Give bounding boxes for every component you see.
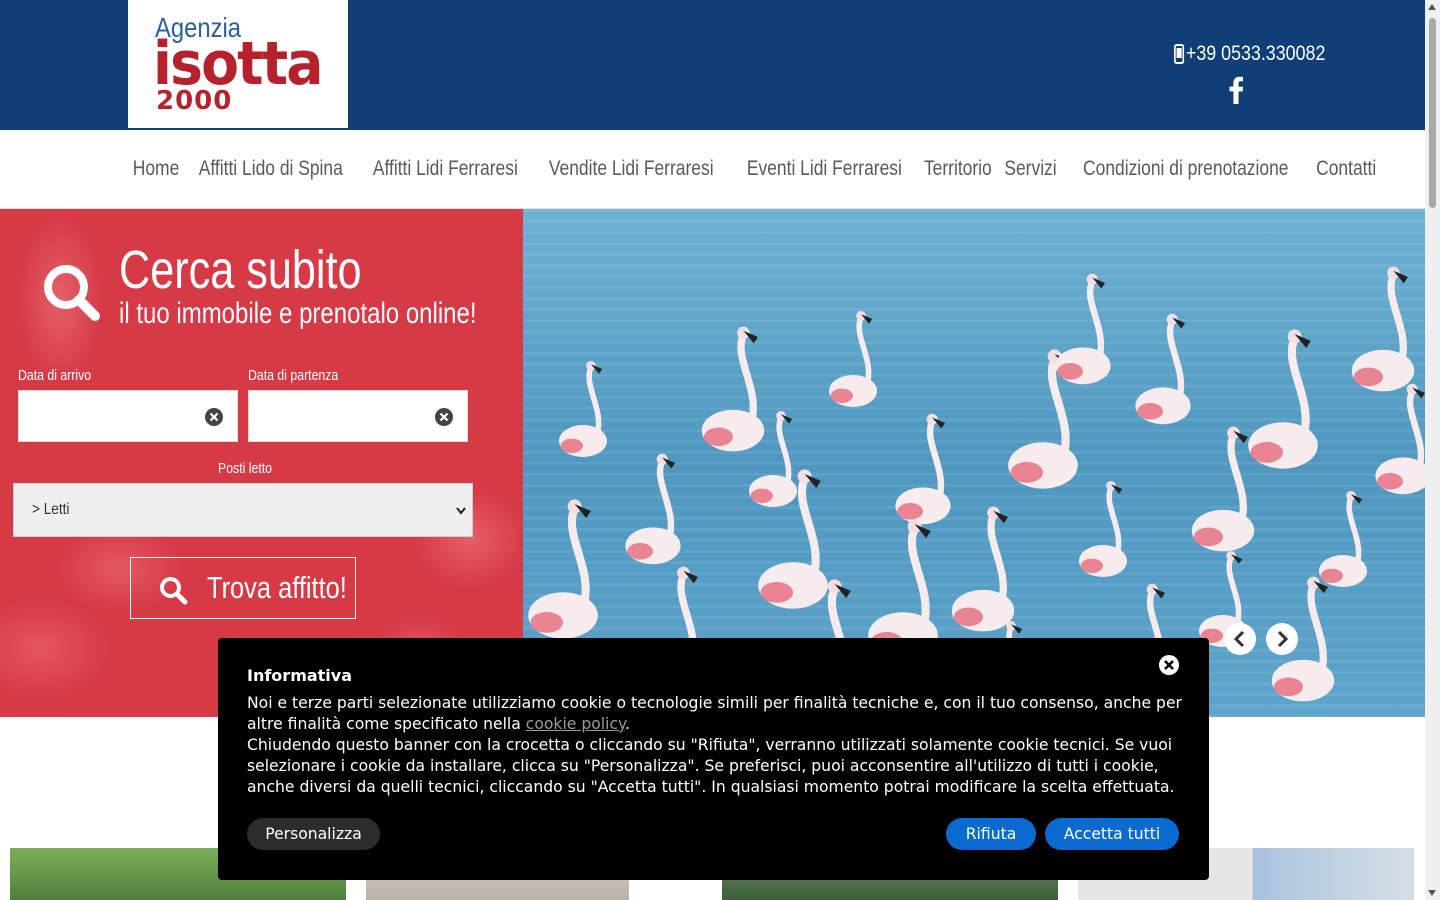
- nav-item-vendite-lidi-ferraresi[interactable]: Vendite Lidi Ferraresi: [549, 157, 714, 181]
- scroll-thumb[interactable]: [1429, 18, 1436, 208]
- facebook-icon[interactable]: [1226, 76, 1246, 104]
- flamingo-shape: [895, 413, 951, 525]
- flamingo-shape: [701, 326, 765, 452]
- flamingo-shape: [1191, 426, 1255, 552]
- logo-line-2: isotta: [153, 29, 324, 99]
- mobile-phone-icon: [1174, 44, 1185, 64]
- scroll-down-arrow[interactable]: [1428, 890, 1436, 896]
- cookie-text: Noi e terze parti selezionate utilizziam…: [247, 693, 1187, 798]
- clear-icon[interactable]: [435, 408, 453, 426]
- flamingo-shape: [1248, 329, 1318, 469]
- phone-number: +39 0533.330082: [1185, 42, 1326, 65]
- search-title: Cerca subito: [119, 240, 362, 300]
- chevron-down-icon: [456, 507, 466, 515]
- page: Agenzia isotta 2000 +39 0533.330082 Home…: [0, 0, 1440, 900]
- nav-item-home[interactable]: Home: [133, 157, 180, 181]
- cookie-text-part-1: Noi e terze parti selezionate utilizziam…: [247, 694, 1182, 733]
- logo-line-3: 2000: [156, 86, 233, 116]
- nav-item-affitti-lidi-ferraresi[interactable]: Affitti Lidi Ferraresi: [372, 157, 517, 181]
- slider-next-button[interactable]: [1266, 623, 1298, 655]
- nav-item-eventi-lidi-ferraresi[interactable]: Eventi Lidi Ferraresi: [747, 157, 902, 181]
- departure-date-input[interactable]: [248, 390, 468, 442]
- arrival-date-input[interactable]: [18, 390, 238, 442]
- flamingo-shape: [829, 311, 877, 407]
- flamingo-shape: [1135, 313, 1191, 425]
- cookie-banner: Informativa Noi e terze parti selezionat…: [218, 638, 1209, 880]
- flamingo-shape: [1079, 481, 1127, 577]
- flamingo-shape: [625, 453, 681, 565]
- find-rental-button[interactable]: Trova affitto!: [130, 557, 356, 619]
- chevron-left-icon: [1233, 630, 1245, 648]
- beds-selected-value: > Letti: [32, 501, 70, 518]
- flamingo-shape: [528, 499, 598, 639]
- departure-label: Data di partenza: [248, 367, 339, 384]
- nav-item-territorio[interactable]: Territorio: [924, 157, 992, 181]
- flamingo-shape: [1319, 491, 1367, 587]
- cookie-text-part-2: .: [625, 715, 630, 733]
- nav-item-servizi[interactable]: Servizi: [1004, 157, 1056, 181]
- flamingo-shape: [1351, 266, 1415, 392]
- phone-link[interactable]: +39 0533.330082: [1174, 42, 1325, 66]
- close-icon[interactable]: [1158, 654, 1180, 676]
- accept-all-button[interactable]: Accetta tutti: [1045, 818, 1179, 850]
- site-logo[interactable]: Agenzia isotta 2000: [128, 0, 348, 128]
- cookie-text-part-3: Chiudendo questo banner con la crocetta …: [247, 736, 1175, 796]
- nav-item-contatti[interactable]: Contatti: [1316, 157, 1376, 181]
- main-nav: Home Affitti Lido di Spina Affitti Lidi …: [0, 130, 1425, 209]
- search-icon: [160, 577, 188, 605]
- chevron-right-icon: [1277, 630, 1289, 648]
- flamingo-shape: [1055, 273, 1111, 385]
- nav-item-affitti-lido-di-spina[interactable]: Affitti Lido di Spina: [199, 157, 343, 181]
- cookie-policy-link[interactable]: cookie policy: [526, 715, 625, 733]
- header-bar: Agenzia isotta 2000 +39 0533.330082: [0, 0, 1425, 130]
- page-scrollbar[interactable]: [1425, 0, 1440, 900]
- find-rental-label: Trova affitto!: [207, 570, 347, 605]
- beds-label: Posti letto: [218, 460, 273, 477]
- clear-icon[interactable]: [205, 408, 223, 426]
- scroll-up-arrow[interactable]: [1428, 4, 1436, 10]
- nav-item-condizioni-di-prenotazione[interactable]: Condizioni di prenotazione: [1083, 157, 1288, 181]
- customize-button[interactable]: Personalizza: [247, 818, 380, 850]
- search-subtitle: il tuo immobile e prenotalo online!: [119, 297, 477, 330]
- beds-select[interactable]: > Letti: [13, 483, 473, 537]
- reject-button[interactable]: Rifiuta: [946, 818, 1036, 850]
- flamingo-shape: [1375, 383, 1425, 495]
- slider-prev-button[interactable]: [1224, 623, 1256, 655]
- flamingo-shape: [951, 506, 1015, 632]
- arrival-label: Data di arrivo: [18, 367, 92, 384]
- search-icon: [44, 265, 100, 321]
- cookie-title: Informativa: [247, 666, 353, 685]
- flamingo-shape: [559, 361, 607, 457]
